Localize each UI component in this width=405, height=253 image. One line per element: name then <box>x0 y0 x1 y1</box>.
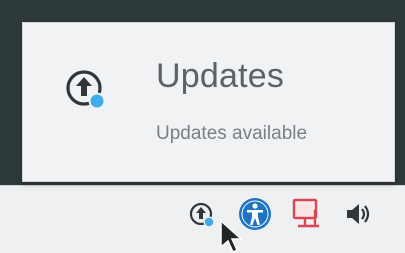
mouse-cursor-icon <box>220 220 243 253</box>
updates-icon <box>66 70 106 110</box>
tray-updates-icon[interactable] <box>187 200 217 230</box>
network-disconnected-icon[interactable] <box>288 196 324 232</box>
tooltip-title: Updates <box>156 57 285 95</box>
tooltip-subtitle: Updates available <box>156 123 308 144</box>
volume-icon[interactable] <box>341 196 377 232</box>
system-tray <box>0 196 405 236</box>
updates-tooltip: Updates Updates available <box>22 22 395 182</box>
